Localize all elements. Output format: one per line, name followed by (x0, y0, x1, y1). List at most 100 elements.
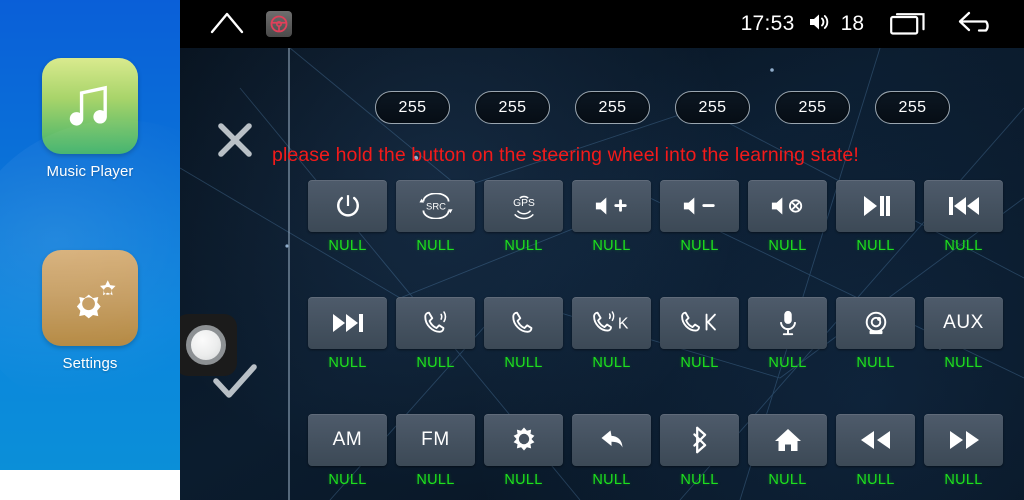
function-cell-volume-down[interactable]: NULL (660, 180, 739, 254)
recent-apps-icon[interactable] (890, 9, 930, 40)
confirm-button[interactable] (180, 360, 290, 409)
function-cell-hang-up-k[interactable]: NULL (660, 297, 739, 371)
grid-row: AM NULL FM NULL NULL NULL NULL NULL NULL… (308, 414, 1024, 488)
volume-up-icon[interactable] (572, 180, 651, 232)
function-cell-am[interactable]: AM NULL (308, 414, 387, 488)
volume-down-icon[interactable] (660, 180, 739, 232)
sidebar-item-music-player[interactable]: Music Player (0, 58, 180, 180)
gears-icon (42, 250, 138, 346)
value-pill-row: 255 255 255 255 255 255 (375, 91, 950, 124)
function-cell-next-track[interactable]: NULL (308, 297, 387, 371)
steering-wheel-icon[interactable] (266, 11, 292, 37)
volume-mute-icon[interactable] (748, 180, 827, 232)
answer-call-icon[interactable] (396, 297, 475, 349)
cell-label: NULL (504, 238, 543, 254)
check-icon (209, 360, 261, 409)
function-cell-power[interactable]: NULL (308, 180, 387, 254)
svg-text:SRC: SRC (426, 202, 446, 213)
cell-label: NULL (416, 238, 455, 254)
bluetooth-icon[interactable] (660, 414, 739, 466)
previous-track-icon[interactable] (924, 180, 1003, 232)
function-cell-aux[interactable]: AUX NULL (924, 297, 1003, 371)
function-cell-play-pause[interactable]: NULL (836, 180, 915, 254)
function-cell-previous-track[interactable]: NULL (924, 180, 1003, 254)
value-pill[interactable]: 255 (775, 91, 850, 124)
am-band-icon[interactable]: AM (308, 414, 387, 466)
close-x-icon (213, 118, 257, 167)
home-outline-icon[interactable] (210, 10, 244, 39)
fm-label: FM (421, 429, 450, 450)
function-cell-fm[interactable]: FM NULL (396, 414, 475, 488)
screen: Music Player Settings 17:53 18 255 255 2… (0, 0, 1024, 500)
cell-label: NULL (680, 472, 719, 488)
function-button-grid: NULL SRC NULL GPS NULL NULL NULL NULL NU… (308, 180, 1024, 500)
function-cell-microphone[interactable]: NULL (748, 297, 827, 371)
cell-label: NULL (592, 472, 631, 488)
back-return-icon[interactable] (572, 414, 651, 466)
home-icon[interactable] (748, 414, 827, 466)
sidebar-item-settings[interactable]: Settings (0, 250, 180, 372)
cell-label: NULL (944, 238, 983, 254)
next-track-icon[interactable] (308, 297, 387, 349)
cell-label: NULL (768, 472, 807, 488)
music-note-icon (42, 58, 138, 154)
cell-label: NULL (416, 355, 455, 371)
function-cell-answer-call[interactable]: NULL (396, 297, 475, 371)
function-cell-home[interactable]: NULL (748, 414, 827, 488)
svg-text:K: K (617, 316, 628, 333)
play-pause-icon[interactable] (836, 180, 915, 232)
volume-icon[interactable] (807, 11, 831, 38)
value-pill[interactable]: 255 (375, 91, 450, 124)
am-label: AM (332, 429, 363, 450)
value-pill[interactable]: 255 (575, 91, 650, 124)
head-unit-screen: 17:53 18 255 255 255 255 255 255 please … (180, 0, 1024, 500)
rewind-icon[interactable] (836, 414, 915, 466)
cell-label: NULL (416, 472, 455, 488)
function-cell-back-return[interactable]: NULL (572, 414, 651, 488)
function-cell-mute[interactable]: NULL (748, 180, 827, 254)
function-cell-volume-up[interactable]: NULL (572, 180, 651, 254)
cell-label: NULL (856, 472, 895, 488)
microphone-icon[interactable] (748, 297, 827, 349)
back-arrow-icon[interactable] (956, 9, 998, 40)
cell-label: NULL (328, 238, 367, 254)
cell-label: NULL (768, 238, 807, 254)
hang-up-k-icon[interactable] (660, 297, 739, 349)
answer-call-k-icon[interactable]: K (572, 297, 651, 349)
function-cell-answer-call-k[interactable]: K NULL (572, 297, 651, 371)
function-cell-src[interactable]: SRC NULL (396, 180, 475, 254)
grid-row: NULL SRC NULL GPS NULL NULL NULL NULL NU… (308, 180, 1024, 254)
hang-up-icon[interactable] (484, 297, 563, 349)
gps-icon[interactable]: GPS (484, 180, 563, 232)
fm-band-icon[interactable]: FM (396, 414, 475, 466)
clock: 17:53 (740, 12, 795, 35)
value-pill[interactable]: 255 (675, 91, 750, 124)
knob-dial (186, 325, 226, 365)
function-cell-fast-forward[interactable]: NULL (924, 414, 1003, 488)
sidebar-item-label: Settings (62, 355, 118, 372)
status-bar: 17:53 18 (180, 0, 1024, 48)
cell-label: NULL (328, 472, 367, 488)
function-cell-gps[interactable]: GPS NULL (484, 180, 563, 254)
cell-label: NULL (504, 355, 543, 371)
function-cell-camera[interactable]: NULL (836, 297, 915, 371)
fast-forward-icon[interactable] (924, 414, 1003, 466)
function-cell-hang-up[interactable]: NULL (484, 297, 563, 371)
aux-icon[interactable]: AUX (924, 297, 1003, 349)
value-pill[interactable]: 255 (475, 91, 550, 124)
cell-label: NULL (944, 472, 983, 488)
grid-row: NULL NULL NULL K NULL NULL NULL NULL AUX… (308, 297, 1024, 371)
function-cell-bluetooth[interactable]: NULL (660, 414, 739, 488)
function-cell-rewind[interactable]: NULL (836, 414, 915, 488)
svg-text:GPS: GPS (513, 198, 535, 209)
power-icon[interactable] (308, 180, 387, 232)
cell-label: NULL (328, 355, 367, 371)
cell-label: NULL (856, 238, 895, 254)
app-sidebar: Music Player Settings (0, 0, 180, 470)
brightness-icon[interactable] (484, 414, 563, 466)
src-source-icon[interactable]: SRC (396, 180, 475, 232)
function-cell-brightness[interactable]: NULL (484, 414, 563, 488)
value-pill[interactable]: 255 (875, 91, 950, 124)
camera-icon[interactable] (836, 297, 915, 349)
cell-label: NULL (592, 355, 631, 371)
